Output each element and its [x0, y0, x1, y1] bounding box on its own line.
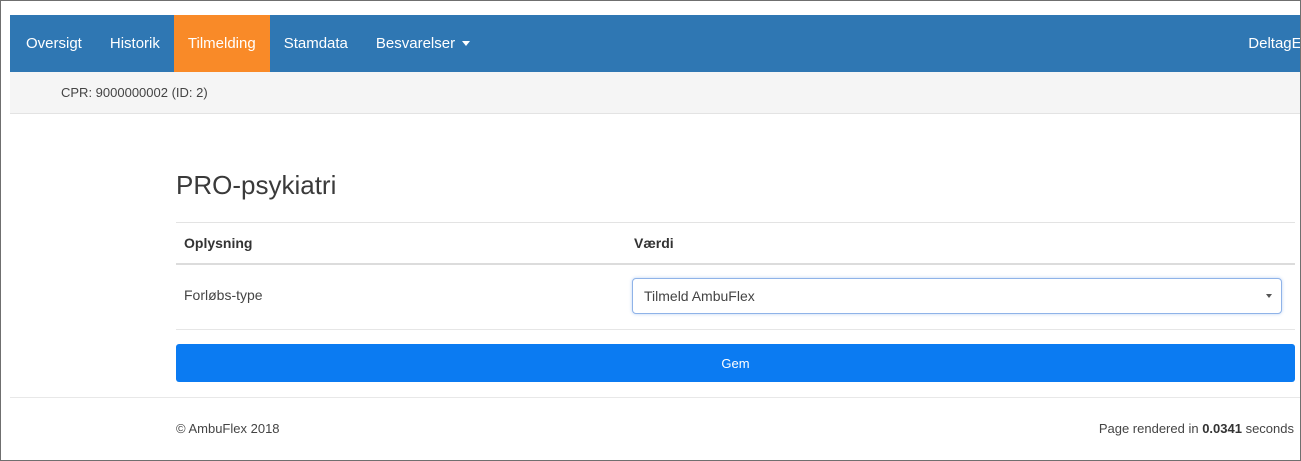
select-arrow-icon — [1266, 294, 1272, 298]
forloebs-type-selected-value: Tilmeld AmbuFlex — [644, 288, 755, 304]
nav-stamdata[interactable]: Stamdata — [270, 15, 362, 72]
gem-button[interactable]: Gem — [176, 344, 1295, 382]
column-header-vaerdi: Værdi — [634, 235, 674, 251]
footer-render-info: Page rendered in 0.0341 seconds — [1099, 421, 1294, 436]
patient-info-bar: CPR: 9000000002 (ID: 2) — [10, 72, 1300, 114]
top-navbar: Oversigt Historik Tilmelding Stamdata Be… — [10, 15, 1300, 72]
forloebs-type-select[interactable]: Tilmeld AmbuFlex — [632, 278, 1282, 314]
nav-besvarelser-label: Besvarelser — [375, 35, 456, 52]
table-header-divider — [176, 263, 1295, 265]
footer-divider — [10, 397, 1300, 398]
footer-copyright: © AmbuFlex 2018 — [176, 421, 280, 436]
column-header-oplysning: Oplysning — [184, 235, 253, 251]
nav-tilmelding[interactable]: Tilmelding — [173, 15, 270, 72]
table-row-divider — [176, 329, 1295, 330]
render-prefix: Page rendered in — [1098, 421, 1203, 436]
nav-oversigt[interactable]: Oversigt — [10, 15, 96, 72]
caret-down-icon — [462, 41, 471, 46]
render-time: 0.0341 — [1202, 421, 1242, 436]
nav-besvarelser-dropdown[interactable]: Besvarelser — [362, 15, 484, 72]
nav-user-link[interactable]: DeltagEd — [1248, 15, 1300, 72]
render-suffix: seconds — [1241, 421, 1294, 436]
gem-button-label: Gem — [721, 355, 750, 371]
nav-historik[interactable]: Historik — [96, 15, 174, 72]
page-frame: Oversigt Historik Tilmelding Stamdata Be… — [0, 0, 1301, 461]
row-label-forloebs-type: Forløbs-type — [184, 287, 263, 303]
patient-cpr-text: CPR: 9000000002 (ID: 2) — [61, 85, 208, 100]
page-title: PRO-psykiatri — [176, 170, 337, 200]
table-top-divider — [176, 222, 1295, 223]
